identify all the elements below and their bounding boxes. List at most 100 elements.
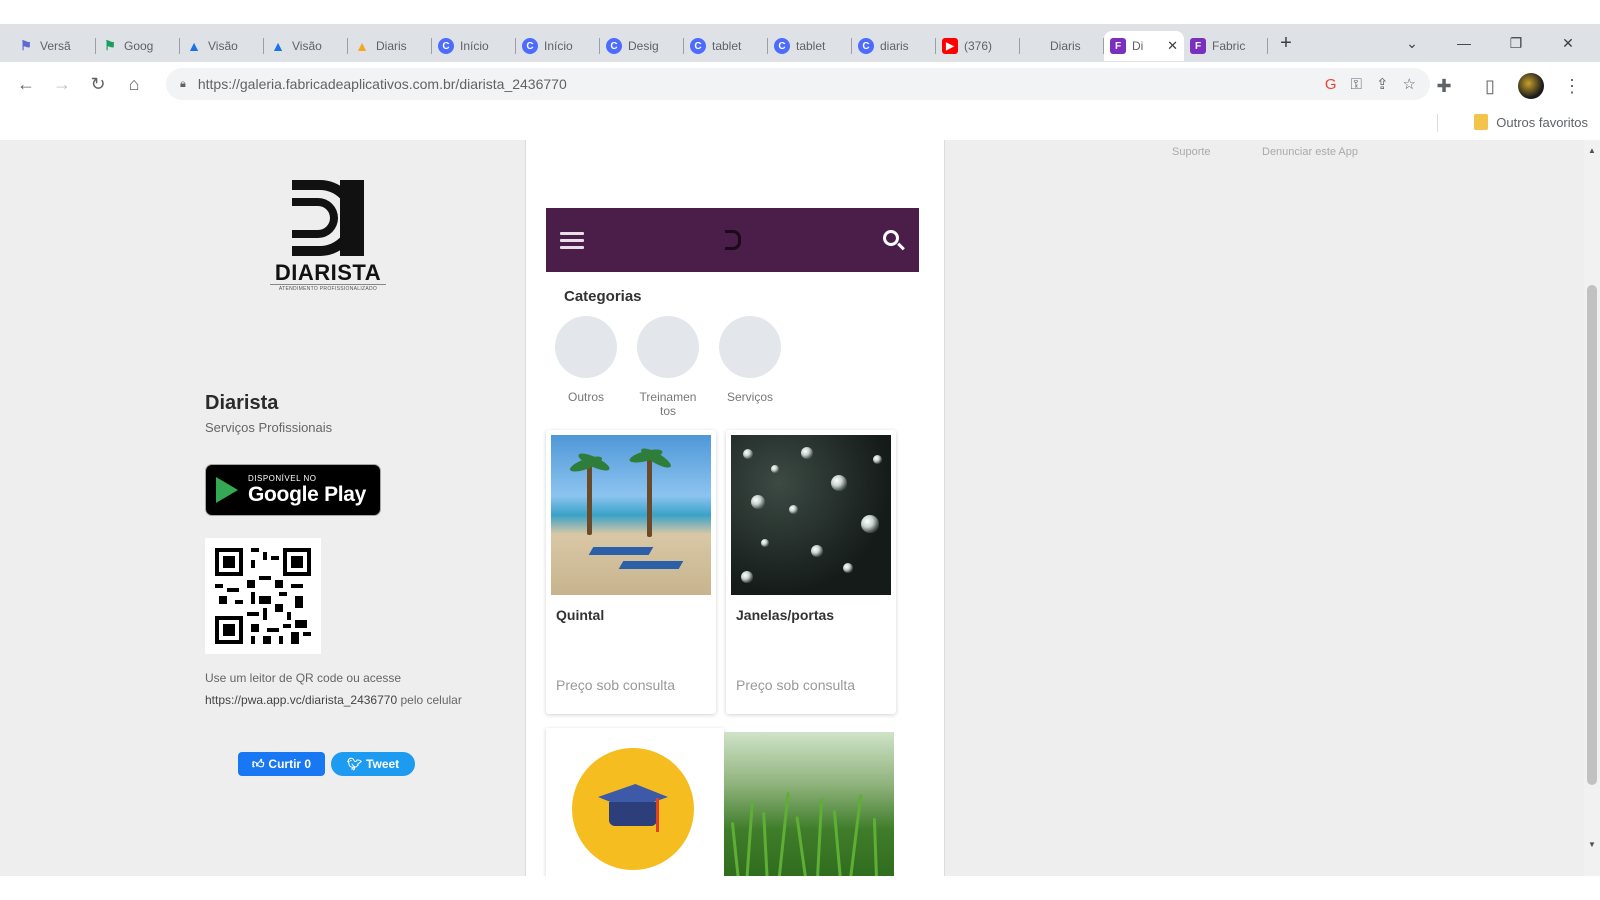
- tab-label: Diaris: [376, 39, 407, 53]
- scroll-down-icon[interactable]: ▼: [1588, 840, 1596, 849]
- facebook-like-button[interactable]: 👍︎ Curtir 0: [238, 752, 325, 776]
- new-tab-button[interactable]: +: [1268, 32, 1304, 55]
- tab-label: Versã: [40, 39, 71, 53]
- app-header-bar: [546, 208, 919, 272]
- app-category: Serviços Profissionais: [205, 420, 333, 435]
- tweet-button[interactable]: 🐦︎ Tweet: [331, 752, 415, 776]
- logo-wordmark: DIARISTA: [274, 260, 382, 285]
- bookmarks-divider: [1437, 114, 1438, 132]
- tab[interactable]: Cdiaris: [852, 31, 936, 61]
- social-buttons: 👍︎ Curtir 0 🐦︎ Tweet: [238, 752, 415, 776]
- c-logo-icon: C: [606, 38, 622, 54]
- qr-code: [205, 538, 321, 654]
- tab-label: Fabric: [1212, 39, 1246, 53]
- support-link[interactable]: Suporte: [1172, 146, 1211, 158]
- restore-icon[interactable]: ❐: [1490, 24, 1542, 62]
- pwa-link[interactable]: https://pwa.app.vc/diarista_2436770: [205, 693, 397, 707]
- tab-label: Visão: [292, 39, 322, 53]
- scroll-up-icon[interactable]: ▲: [1588, 146, 1596, 155]
- bookmarks-bar: Outros favoritos: [0, 106, 1600, 140]
- category-outros[interactable]: Outros: [554, 316, 618, 404]
- profile-avatar[interactable]: [1518, 73, 1544, 99]
- tab-active[interactable]: F Di ✕: [1104, 31, 1184, 61]
- tab[interactable]: ▶ (376): [936, 31, 1020, 61]
- page-scrollbar[interactable]: ▲ ▼: [1584, 140, 1600, 876]
- minimize-icon[interactable]: —: [1438, 24, 1490, 62]
- folder-icon: [1474, 114, 1489, 130]
- tweet-label: Tweet: [366, 757, 400, 771]
- forward-icon[interactable]: →: [44, 66, 80, 102]
- tab-label: Desig: [628, 39, 659, 53]
- tab[interactable]: Diaris: [1020, 31, 1104, 61]
- tab[interactable]: F Fabric: [1184, 31, 1268, 61]
- tab-label: tablet: [712, 39, 742, 53]
- google-play-small-text: DISPONÍVEL NO: [248, 473, 317, 483]
- tab[interactable]: C Desig: [600, 31, 684, 61]
- tab[interactable]: C Início: [516, 31, 600, 61]
- tab[interactable]: ▲ Diaris: [348, 31, 432, 61]
- other-bookmarks-folder[interactable]: Outros favoritos: [1474, 114, 1588, 130]
- product-card[interactable]: Quintal Preço sob consulta: [546, 430, 716, 714]
- tab-label: Di: [1132, 39, 1144, 53]
- back-icon[interactable]: ←: [8, 66, 44, 102]
- tab-label: Goog: [124, 39, 154, 53]
- tab[interactable]: ⚑ Versã: [12, 31, 96, 61]
- fabrica-icon: F: [1190, 38, 1206, 54]
- product-price: Preço sob consulta: [736, 677, 856, 693]
- bookmark-star-icon[interactable]: ☆: [1403, 75, 1416, 93]
- lock-icon: 🔒︎: [180, 77, 186, 90]
- tab[interactable]: ▲ Visão: [180, 31, 264, 61]
- product-title: Janelas/portas: [736, 607, 835, 623]
- google-play-icon: [216, 477, 238, 503]
- c-logo-icon: C: [438, 38, 454, 54]
- tab[interactable]: Ctablet: [768, 31, 852, 61]
- product-image: [551, 435, 711, 595]
- qr-text-suffix: pelo celular: [400, 693, 462, 707]
- google-ads-icon: ▲: [271, 38, 285, 54]
- menu-kebab-icon[interactable]: ⋮: [1554, 68, 1590, 104]
- flag-icon: ⚑: [20, 38, 32, 53]
- reload-icon[interactable]: ↻: [80, 66, 116, 102]
- report-app-link[interactable]: Denunciar este App: [1262, 146, 1358, 158]
- tab-label: (376): [964, 39, 993, 53]
- tab-label: Início: [544, 39, 573, 53]
- home-icon[interactable]: ⌂: [116, 66, 152, 102]
- qr-text-prefix: Use um leitor de QR code ou acesse: [205, 671, 402, 685]
- product-card[interactable]: Janelas/portas Preço sob consulta: [726, 430, 896, 714]
- google-lens-icon[interactable]: G: [1325, 76, 1337, 93]
- tab[interactable]: ▲ Visão: [264, 31, 348, 61]
- app-name: Diarista: [205, 392, 279, 414]
- category-servicos[interactable]: Serviços: [718, 316, 782, 404]
- search-icon[interactable]: [881, 228, 905, 252]
- c-logo-icon: C: [858, 38, 874, 54]
- tab-label: Início: [460, 39, 489, 53]
- share-icon[interactable]: ⇪: [1376, 75, 1389, 93]
- tab[interactable]: Ctablet: [684, 31, 768, 61]
- google-play-badge[interactable]: DISPONÍVEL NO Google Play: [205, 464, 381, 516]
- address-bar[interactable]: 🔒︎ https://galeria.fabricadeaplicativos.…: [166, 68, 1430, 100]
- tab[interactable]: ⚑ Goog: [96, 31, 180, 61]
- scrollbar-thumb[interactable]: [1587, 285, 1597, 785]
- side-panel-icon[interactable]: ▯: [1472, 68, 1508, 104]
- categories-heading: Categorias: [564, 288, 642, 305]
- graduation-cap-base: [609, 802, 657, 826]
- tab-label: tablet: [796, 39, 826, 53]
- folder-label: Outros favoritos: [1496, 114, 1588, 130]
- extensions-icon[interactable]: ✚: [1426, 68, 1462, 104]
- google-play-big-text: Google Play: [248, 482, 367, 506]
- tab-search-icon[interactable]: ⌄: [1386, 24, 1438, 62]
- hamburger-menu-icon[interactable]: [560, 231, 584, 249]
- password-key-icon[interactable]: ⚿: [1351, 76, 1362, 93]
- product-card[interactable]: [724, 732, 894, 876]
- tab-label: Visão: [208, 39, 238, 53]
- url-text: https://galeria.fabricadeaplicativos.com…: [197, 76, 567, 92]
- tab[interactable]: C Início: [432, 31, 516, 61]
- product-card[interactable]: [546, 728, 724, 876]
- qr-code-icon: [215, 548, 311, 644]
- category-treinamentos[interactable]: Treinamentos: [636, 316, 700, 418]
- category-label: Outros: [567, 390, 604, 404]
- category-image: [555, 316, 617, 378]
- c-logo-icon: C: [774, 38, 790, 54]
- close-window-icon[interactable]: ✕: [1542, 24, 1594, 62]
- close-icon[interactable]: ✕: [1167, 38, 1178, 54]
